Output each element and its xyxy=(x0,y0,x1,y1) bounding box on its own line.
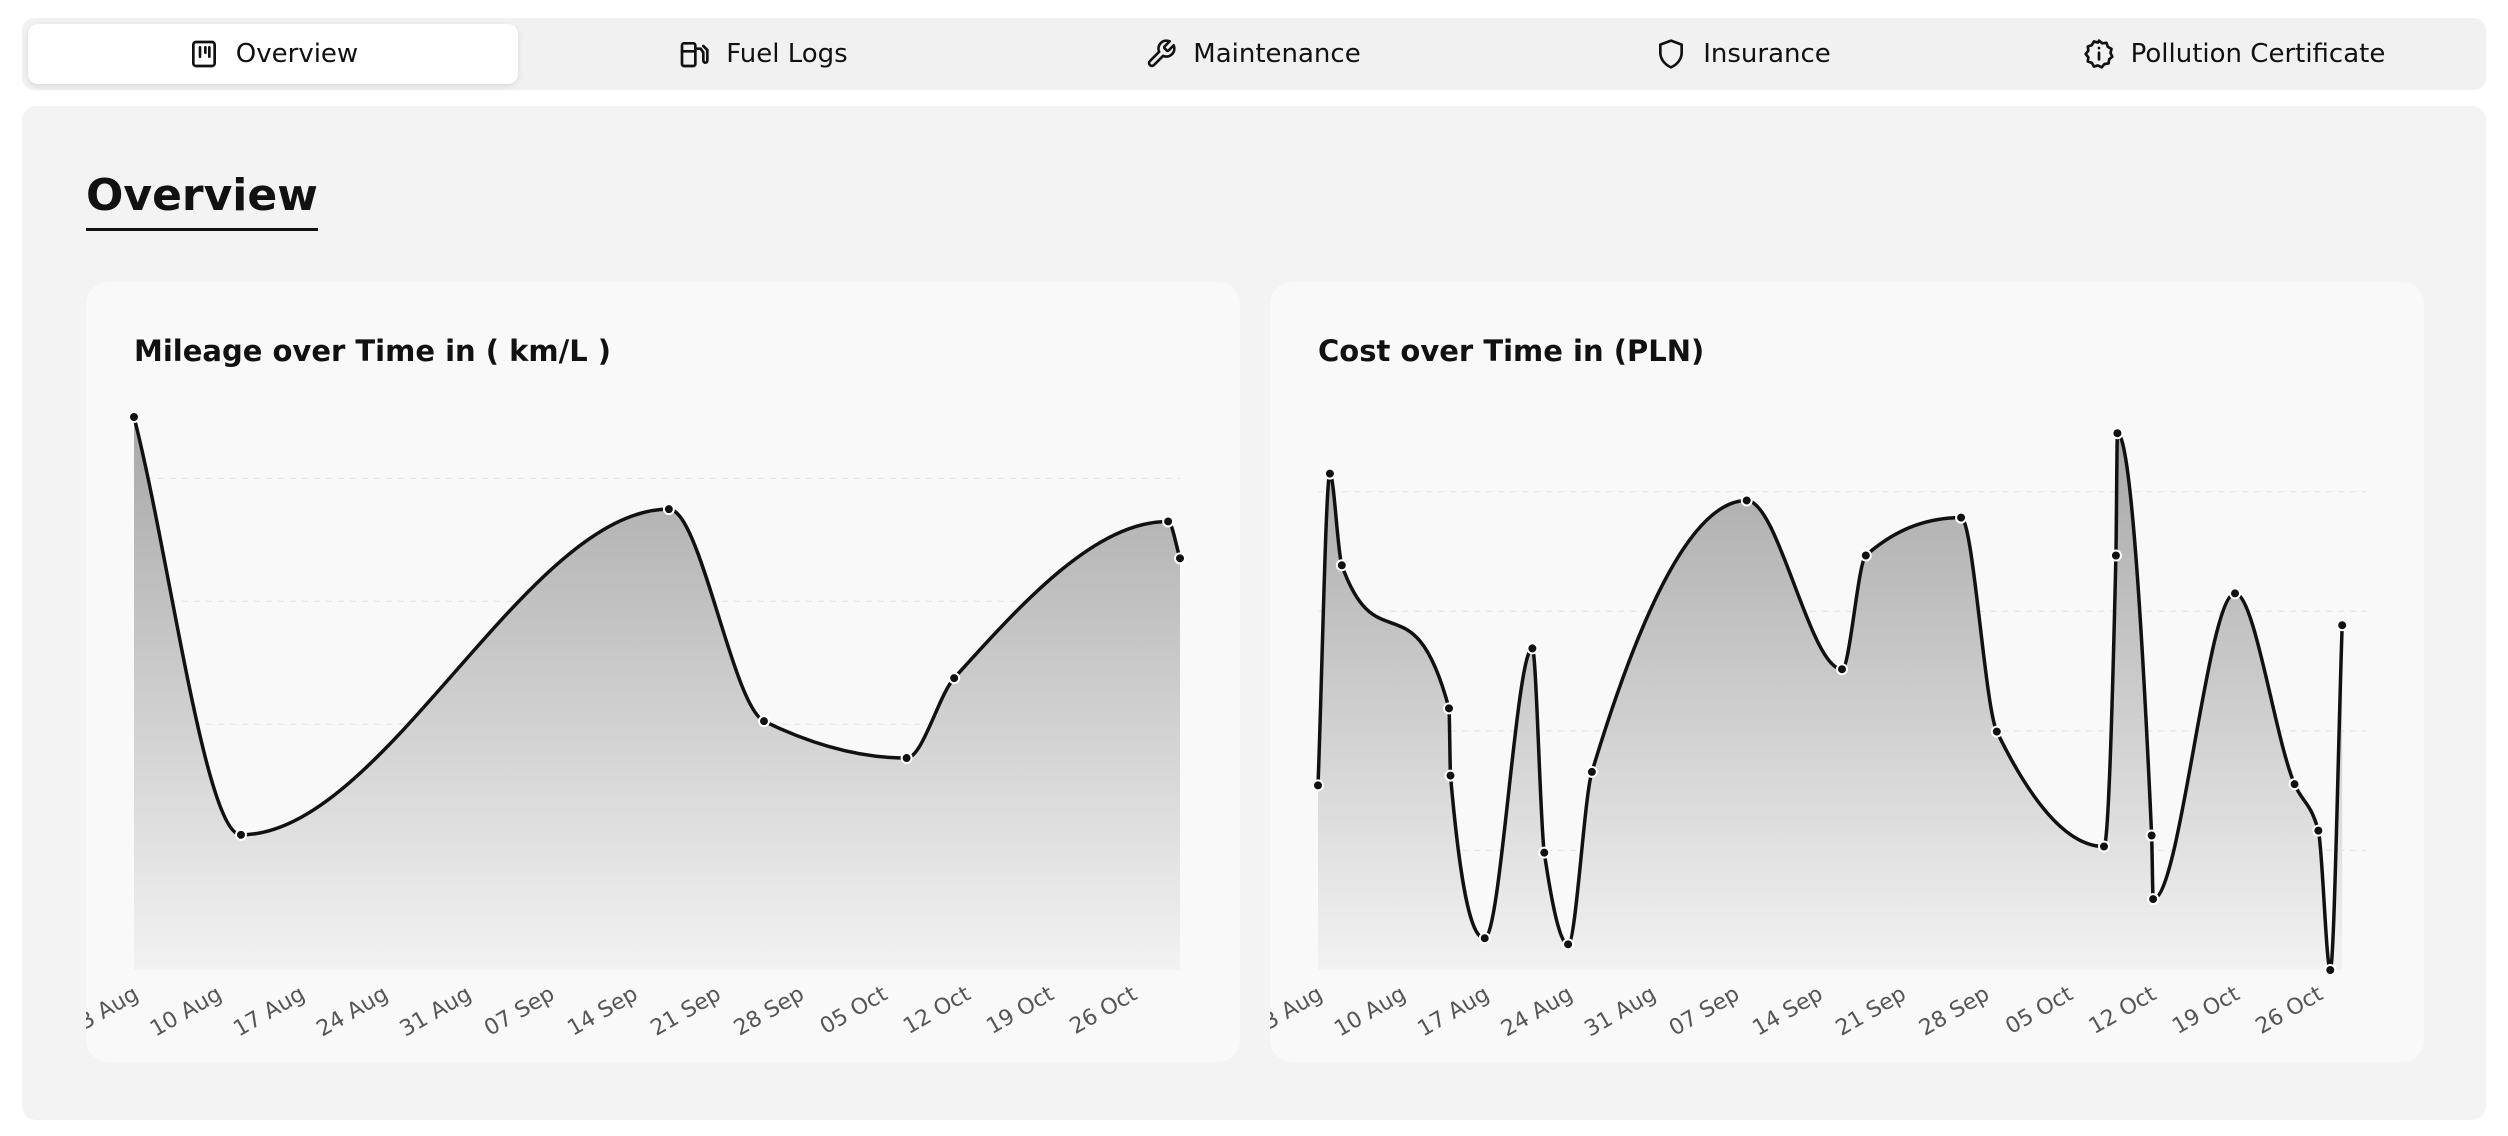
data-point[interactable] xyxy=(1955,511,1968,524)
data-point[interactable] xyxy=(1859,549,1872,562)
x-tick-label: 24 Aug xyxy=(313,982,393,1043)
x-tick-label: 26 Oct xyxy=(2252,981,2328,1039)
data-point[interactable] xyxy=(2098,840,2110,853)
x-tick-label: 21 Sep xyxy=(1832,982,1911,1042)
x-tick-label: 24 Aug xyxy=(1497,982,1577,1043)
tab-maintenance-label: Maintenance xyxy=(1193,39,1361,69)
tab-insurance[interactable]: Insurance xyxy=(1498,24,1988,84)
data-point[interactable] xyxy=(1312,779,1324,792)
tab-pollution-certificate-label: Pollution Certificate xyxy=(2130,39,2386,69)
x-tick-label: 28 Sep xyxy=(1915,982,1994,1042)
x-tick-label: 12 Oct xyxy=(2085,981,2161,1039)
data-point[interactable] xyxy=(1740,494,1753,507)
tab-maintenance[interactable]: Maintenance xyxy=(1008,24,1498,84)
data-point[interactable] xyxy=(2147,893,2160,906)
dashboard-icon xyxy=(191,40,216,68)
tab-fuel-logs-label: Fuel Logs xyxy=(726,39,848,69)
tab-bar: Overview Fuel Logs Maintenance Insurance… xyxy=(22,18,2486,90)
data-point[interactable] xyxy=(1990,725,2003,738)
tab-overview-label: Overview xyxy=(235,39,359,69)
cost-chart-card: Cost over Time in (PLN) 03 Aug 10 Aug 17 A… xyxy=(1270,282,2424,1062)
fuel-pump-icon xyxy=(680,42,709,68)
x-tick-label: 19 Oct xyxy=(2168,981,2244,1039)
data-point[interactable] xyxy=(128,411,140,423)
data-point[interactable] xyxy=(1526,642,1539,655)
data-point[interactable] xyxy=(1562,938,1575,951)
data-point[interactable] xyxy=(1478,932,1491,945)
data-point[interactable] xyxy=(1538,846,1551,859)
info-badge-icon xyxy=(2083,39,2114,69)
x-tick-label: 10 Aug xyxy=(146,982,226,1043)
data-point[interactable] xyxy=(2109,549,2122,562)
wrench-icon xyxy=(1148,39,1176,68)
series-area xyxy=(134,417,1180,970)
data-point[interactable] xyxy=(2145,829,2158,842)
data-point[interactable] xyxy=(234,828,247,841)
data-point[interactable] xyxy=(757,715,770,728)
x-tick-label: 14 Sep xyxy=(1748,982,1827,1042)
data-point[interactable] xyxy=(2336,619,2349,632)
data-point[interactable] xyxy=(2229,587,2241,600)
x-tick-label: 07 Sep xyxy=(480,982,559,1042)
mileage-chart-card: Mileage over Time in ( km/L ) 03 Aug 10 A… xyxy=(86,282,1240,1062)
x-tick-label: 05 Oct xyxy=(2002,981,2078,1039)
data-point[interactable] xyxy=(2288,778,2301,791)
data-point[interactable] xyxy=(662,503,675,516)
data-point[interactable] xyxy=(1836,663,1848,676)
data-point[interactable] xyxy=(1162,515,1175,528)
x-tick-label: 17 Aug xyxy=(1414,982,1494,1043)
tab-pollution-certificate[interactable]: Pollution Certificate xyxy=(1988,24,2480,84)
x-tick-label: 26 Oct xyxy=(1066,981,1142,1039)
x-tick-label: 17 Aug xyxy=(229,982,309,1043)
x-tick-label: 21 Sep xyxy=(647,982,726,1042)
x-tick-label: 12 Oct xyxy=(899,981,975,1039)
tab-insurance-label: Insurance xyxy=(1703,39,1831,69)
data-point[interactable] xyxy=(948,672,961,685)
shield-icon xyxy=(1659,39,1684,69)
series-area xyxy=(1318,433,2343,971)
x-tick-label: 31 Aug xyxy=(1580,982,1660,1043)
x-tick-label: 14 Sep xyxy=(563,982,642,1042)
x-tick-label: 03 Aug xyxy=(86,982,143,1043)
x-tick-label: 07 Sep xyxy=(1665,982,1744,1042)
overview-panel: Overview Mileage over Time in ( km/L ) 0… xyxy=(22,106,2486,1120)
mileage-chart: 03 Aug 10 Aug 17 Aug 24 Aug 31 Aug 07 Sep 14 S… xyxy=(86,411,1186,1043)
x-tick-label: 31 Aug xyxy=(396,982,476,1043)
data-point[interactable] xyxy=(1443,702,1455,715)
data-point[interactable] xyxy=(1444,769,1457,782)
page-title: Overview xyxy=(86,171,318,232)
data-point[interactable] xyxy=(900,752,913,765)
x-tick-label: 03 Aug xyxy=(1270,982,1327,1043)
x-tick-label: 19 Oct xyxy=(983,981,1059,1039)
x-tick-label: 28 Sep xyxy=(730,982,809,1042)
data-point[interactable] xyxy=(2312,824,2325,837)
data-point[interactable] xyxy=(1585,765,1598,778)
data-point[interactable] xyxy=(2111,427,2124,440)
tab-fuel-logs[interactable]: Fuel Logs xyxy=(518,24,1008,84)
data-point[interactable] xyxy=(2324,964,2337,976)
x-tick-label: 10 Aug xyxy=(1330,982,1410,1043)
cost-chart: 03 Aug 10 Aug 17 Aug 24 Aug 31 Aug 07 Sep 14 S… xyxy=(1270,427,2366,1043)
data-point[interactable] xyxy=(1335,559,1348,572)
tab-overview[interactable]: Overview xyxy=(28,24,518,84)
data-point[interactable] xyxy=(1174,552,1186,565)
data-point[interactable] xyxy=(1323,467,1336,480)
x-tick-label: 05 Oct xyxy=(816,981,892,1039)
